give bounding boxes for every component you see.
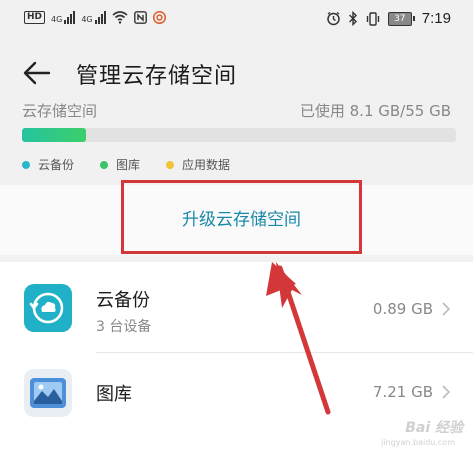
title-bar: 管理云存储空间 <box>0 46 473 102</box>
storage-progress-fill <box>22 128 86 142</box>
list-item-cloud-backup[interactable]: 云备份 3 台设备 0.89 GB <box>0 262 473 352</box>
back-button[interactable] <box>22 60 52 86</box>
cloud-backup-icon <box>24 284 72 332</box>
storage-legend: 云备份 图库 应用数据 <box>22 156 230 173</box>
legend-dot <box>100 160 109 169</box>
wifi-icon <box>112 11 128 24</box>
legend-item-cloud-backup: 云备份 <box>22 156 74 173</box>
nfc-icon <box>133 11 147 24</box>
app-notification-icon <box>152 11 166 24</box>
legend-label: 应用数据 <box>182 158 231 172</box>
legend-dot <box>166 160 175 169</box>
chevron-right-icon <box>442 302 451 316</box>
status-bar: HD 4G 4G 37 7:19 <box>0 0 473 40</box>
list-item-title: 云备份 <box>96 290 150 311</box>
watermark-url: jingyan.baidu.com <box>381 438 455 447</box>
battery-icon: 37 <box>387 11 415 26</box>
vibrate-icon <box>366 11 379 26</box>
list-item-subtitle: 3 台设备 <box>96 319 152 335</box>
storage-label: 云存储空间 <box>22 102 98 120</box>
legend-label: 图库 <box>116 158 141 172</box>
hd-icon: HD <box>24 11 46 24</box>
storage-progress-bar <box>22 128 456 142</box>
list-item-gallery[interactable]: 图库 7.21 GB <box>0 353 473 443</box>
watermark-logo: Bai 经验 <box>405 420 463 436</box>
gallery-icon <box>24 369 72 417</box>
signal-2-icon: 4G <box>81 11 106 24</box>
storage-used-text: 已使用 8.1 GB/55 GB <box>299 102 451 120</box>
legend-item-app-data: 应用数据 <box>166 156 230 173</box>
list-item-title: 图库 <box>96 384 132 405</box>
chevron-right-icon <box>442 385 451 399</box>
legend-label: 云备份 <box>38 158 75 172</box>
back-arrow-icon <box>23 61 51 85</box>
alarm-icon <box>327 11 340 26</box>
legend-dot <box>22 160 30 169</box>
signal-1-icon: 4G <box>51 11 76 24</box>
legend-item-gallery: 图库 <box>100 156 140 173</box>
storage-usage-list: 云备份 3 台设备 0.89 GB 图库 7.21 GB <box>0 262 473 449</box>
bluetooth-icon <box>348 11 357 26</box>
list-item-size: 7.21 GB <box>372 383 433 401</box>
annotation-highlight-box <box>121 180 362 254</box>
page-title: 管理云存储空间 <box>76 64 238 89</box>
clock: 7:19 <box>421 10 451 27</box>
list-item-size: 0.89 GB <box>372 300 433 318</box>
